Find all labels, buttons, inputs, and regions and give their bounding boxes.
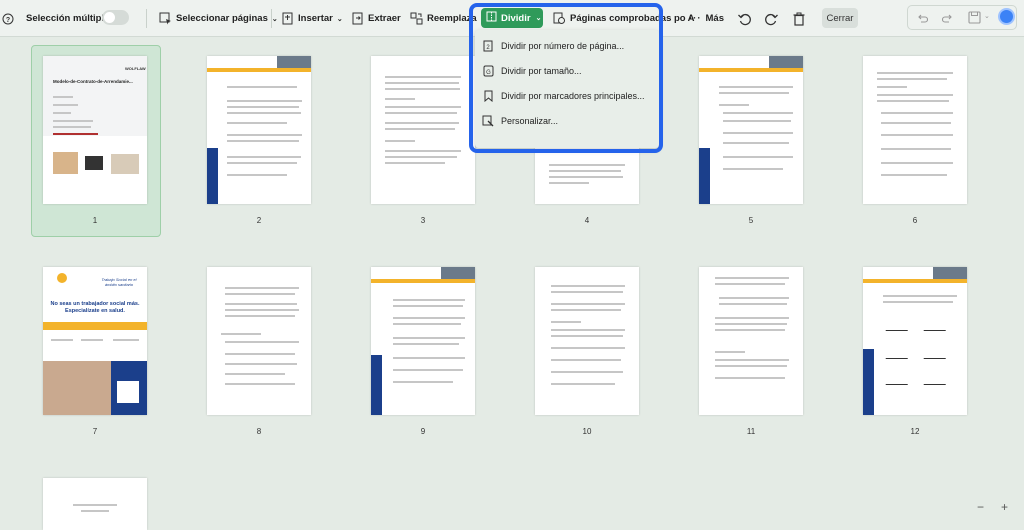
split-by-page-number-item[interactable]: 2 Dividir por número de página... [475,34,659,58]
page-number: 2 [256,216,262,225]
page-number: 11 [746,427,756,436]
qr-code [117,381,139,403]
more-icon: ··· [689,13,702,24]
signature-icon [923,377,949,385]
multi-select-label: Selección múltiple [26,13,110,24]
select-pages-button[interactable]: Seleccionar páginas ⌄ [159,0,278,37]
split-by-size-label: Dividir por tamaño... [501,66,582,76]
page-thumbnail[interactable]: Trabajo Social en el ámbito sanitario No… [43,267,147,415]
trash-icon[interactable] [793,0,805,37]
page-thumbnail[interactable] [207,56,311,204]
divider [271,9,272,28]
split-label: Dividir [501,12,531,24]
svg-text:?: ? [6,17,10,24]
split-by-bookmarks-item[interactable]: Dividir por marcadores principales... [475,84,659,108]
close-button[interactable]: Cerrar [822,8,858,28]
split-by-size-item[interactable]: G Dividir por tamaño... [475,59,659,83]
rotate-left-icon[interactable] [737,0,751,37]
rotate-right-icon[interactable] [765,0,779,37]
signature-icon [885,377,911,385]
split-by-page-number-label: Dividir por número de página... [501,41,625,51]
page-thumbnail[interactable]: Modelo-de-Contrato-de-Arrendamie... WOLF… [43,56,147,204]
replace-label: Reemplaza [427,13,477,24]
multi-select-toggle[interactable] [102,10,129,25]
signature-icon [923,351,949,359]
more-label: Más [705,13,724,24]
chevron-down-icon: ⌄ [271,15,278,23]
undo-icon[interactable] [916,12,929,30]
replace-icon [410,12,423,25]
page-number: 10 [582,427,592,436]
insert-label: Insertar [298,13,333,24]
customize-icon [475,115,501,127]
select-pages-label: Seleccionar páginas [176,13,268,24]
chevron-down-icon: ⌄ [336,15,343,23]
zoom-out-button[interactable]: − [977,500,984,514]
page-number: 7 [92,427,98,436]
page-thumbnail[interactable] [535,267,639,415]
extract-button[interactable]: Extraer [352,0,401,37]
more-button[interactable]: ··· Más [689,0,724,37]
page-number: 8 [256,427,262,436]
page-thumbnail[interactable] [371,267,475,415]
extract-icon [352,12,364,25]
page-thumbnail[interactable] [371,56,475,204]
bookmark-icon [475,90,501,102]
compare-icon [553,12,566,25]
promo-script-title: Trabajo Social en el ámbito sanitario [101,277,137,287]
page-number: 4 [584,216,590,225]
svg-text:G: G [486,70,491,76]
page-thumbnail[interactable] [863,56,967,204]
insert-button[interactable]: Insertar ⌄ [282,0,343,37]
page-thumbnail[interactable] [863,267,967,415]
size-icon: G [475,65,501,77]
extract-label: Extraer [368,13,401,24]
page-thumbnail[interactable] [43,478,147,530]
select-pages-icon [159,12,172,25]
page-thumbnail[interactable] [699,56,803,204]
promo-headline: No seas un trabajador social más. Especi… [50,301,140,314]
signature-icon [885,351,911,359]
page-title: Modelo-de-Contrato-de-Arrendamie... [53,79,133,84]
customize-item[interactable]: Personalizar... [475,109,659,133]
page-number: 5 [748,216,754,225]
page-thumbnail[interactable] [699,267,803,415]
save-icon[interactable] [968,11,981,29]
split-by-bookmarks-label: Dividir por marcadores principales... [501,91,645,101]
account-icon[interactable] [998,8,1015,25]
split-button[interactable]: Dividir ⌄ [481,8,543,28]
compare-label: Páginas comprobadas po [570,13,686,24]
page-number: 3 [420,216,426,225]
replace-button[interactable]: Reemplaza [410,0,477,37]
brand-logo: WOLFLAW [125,66,146,71]
redo-icon[interactable] [941,12,954,30]
page-number: 12 [910,427,920,436]
split-icon [486,11,497,25]
insert-icon [282,12,294,25]
split-menu: 2 Dividir por número de página... G Divi… [475,30,659,148]
chevron-down-icon: ⌄ [535,15,542,22]
signature-icon [923,323,949,331]
signature-icon [885,323,911,331]
chevron-down-icon[interactable]: ⌄ [984,12,990,20]
page-number: 6 [912,216,918,225]
svg-text:2: 2 [486,45,490,51]
help-icon[interactable]: ? [2,0,14,37]
page-number: 9 [420,427,426,436]
school-logo-icon [57,273,67,283]
page-number: 1 [92,216,98,225]
page-thumbnail[interactable] [207,267,311,415]
zoom-in-button[interactable]: + [1001,500,1008,514]
customize-label: Personalizar... [501,116,559,126]
divider [146,9,147,28]
page-number-icon: 2 [475,40,501,52]
